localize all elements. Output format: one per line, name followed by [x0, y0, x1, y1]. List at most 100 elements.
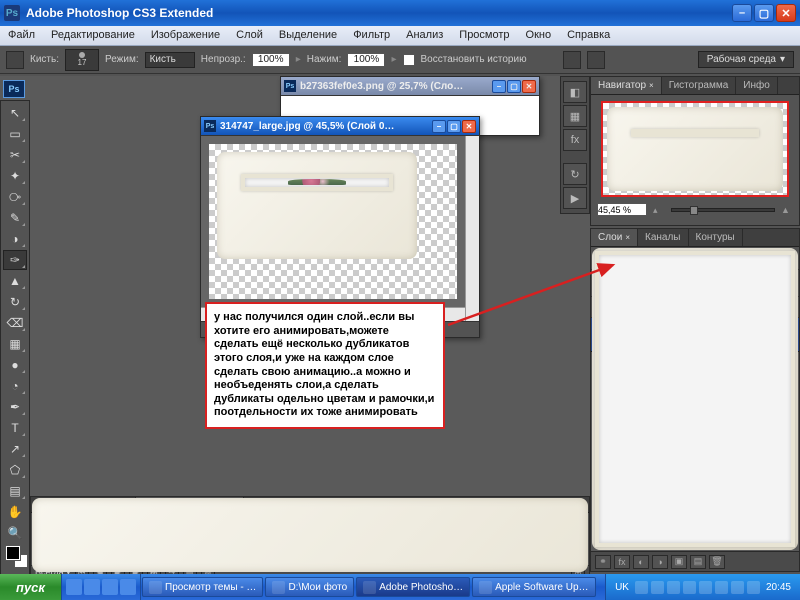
menu-select[interactable]: Выделение	[271, 26, 345, 45]
tool-zoom[interactable]: 🔍	[3, 523, 27, 543]
delete-layer-icon[interactable]: 🗑	[709, 555, 725, 569]
collapsed-styles-icon[interactable]: fx	[563, 129, 587, 151]
tab-histogram[interactable]: Гистограмма	[662, 77, 737, 94]
language-indicator[interactable]: UK	[612, 582, 632, 593]
layer-item-0[interactable]: 👁 Слой 0	[591, 318, 799, 352]
layer-fx-icon[interactable]: fx	[614, 555, 630, 569]
adjustment-layer-icon[interactable]: ◑	[652, 555, 668, 569]
tab-layers[interactable]: Слои×	[591, 229, 638, 246]
layer-group-icon[interactable]: ▣	[671, 555, 687, 569]
new-layer-icon[interactable]: ▤	[690, 555, 706, 569]
flow-input[interactable]	[347, 53, 385, 67]
menu-image[interactable]: Изображение	[143, 26, 228, 45]
doc-minimize-front[interactable]: –	[432, 120, 446, 133]
document-titlebar-front[interactable]: Ps 314747_large.jpg @ 45,5% (Слой 0… – ▢…	[201, 117, 479, 135]
tool-marquee[interactable]: ▭	[3, 124, 27, 144]
ql-icon-2[interactable]	[84, 579, 100, 595]
minimize-button[interactable]: –	[732, 4, 752, 22]
tray-icon-2[interactable]	[651, 581, 664, 594]
tool-lasso[interactable]: ✂	[3, 145, 27, 165]
collapsed-color-icon[interactable]: ◧	[563, 81, 587, 103]
tool-shape[interactable]: ⬠	[3, 460, 27, 480]
tab-info[interactable]: Инфо	[736, 77, 778, 94]
tool-preset-icon[interactable]	[6, 51, 24, 69]
tool-brush[interactable]: ✑	[3, 250, 27, 270]
history-checkbox[interactable]	[403, 54, 415, 66]
tray-icon-5[interactable]	[699, 581, 712, 594]
tool-type[interactable]: T	[3, 418, 27, 438]
extra-icon-1[interactable]	[563, 51, 581, 69]
menu-layer[interactable]: Слой	[228, 26, 271, 45]
animation-frame-1[interactable]: 1 0 сек.▾	[36, 516, 70, 562]
start-button[interactable]: пуск	[0, 574, 62, 600]
workspace-button[interactable]: Рабочая среда ▾	[698, 51, 794, 68]
tray-icon-6[interactable]	[715, 581, 728, 594]
tool-stamp[interactable]: ▲	[3, 271, 27, 291]
document-titlebar-back[interactable]: Ps b27363fef0e3.png @ 25,7% (Сло… – ▢ ✕	[281, 77, 539, 95]
collapsed-actions-icon[interactable]: ▶	[563, 187, 587, 209]
tab-paths[interactable]: Контуры	[689, 229, 743, 246]
task-folder[interactable]: D:\Мои фото	[265, 577, 354, 597]
menu-analysis[interactable]: Анализ	[398, 26, 451, 45]
zoom-in-icon[interactable]: ▲	[781, 205, 793, 215]
task-photoshop[interactable]: Adobe Photosho…	[356, 577, 470, 597]
document-canvas-front[interactable]	[201, 135, 479, 321]
ql-icon-1[interactable]	[66, 579, 82, 595]
tray-icon-1[interactable]	[635, 581, 648, 594]
collapsed-swatches-icon[interactable]: ▦	[563, 105, 587, 127]
menu-window[interactable]: Окно	[518, 26, 560, 45]
tray-icon-4[interactable]	[683, 581, 696, 594]
scrollbar-vertical[interactable]	[465, 136, 479, 321]
link-layers-icon[interactable]: ⚭	[595, 555, 611, 569]
tab-navigator[interactable]: Навигатор×	[591, 77, 662, 94]
extra-icon-2[interactable]	[587, 51, 605, 69]
opacity-input[interactable]	[252, 53, 290, 67]
ql-icon-4[interactable]	[120, 579, 136, 595]
clock[interactable]: 20:45	[763, 582, 794, 593]
doc-close-back[interactable]: ✕	[522, 80, 536, 93]
tray-icon-7[interactable]	[731, 581, 744, 594]
tool-crop[interactable]: ⧂	[3, 187, 27, 207]
tool-dodge[interactable]: ◔	[3, 376, 27, 396]
tool-path[interactable]: ↗	[3, 439, 27, 459]
tool-heal[interactable]: ◑	[3, 229, 27, 249]
foreground-color-swatch[interactable]	[6, 546, 20, 560]
tool-move[interactable]: ↖	[3, 103, 27, 123]
doc-close-front[interactable]: ✕	[462, 120, 476, 133]
navigator-zoom-slider[interactable]	[671, 208, 775, 212]
frame-thumbnail[interactable]	[37, 526, 69, 552]
menu-help[interactable]: Справка	[559, 26, 618, 45]
ql-icon-3[interactable]	[102, 579, 118, 595]
doc-maximize-back[interactable]: ▢	[507, 80, 521, 93]
collapsed-history-icon[interactable]: ↻	[563, 163, 587, 185]
tool-pen[interactable]: ✒	[3, 397, 27, 417]
tool-eyedropper[interactable]: ✎	[3, 208, 27, 228]
task-browser[interactable]: Просмотр темы - …	[142, 577, 263, 597]
zoom-out-icon[interactable]: ▴	[653, 205, 665, 215]
mode-combo[interactable]: Кисть	[145, 52, 195, 68]
layer-thumbnail[interactable]	[614, 322, 644, 348]
tool-blur[interactable]: ●	[3, 355, 27, 375]
menu-view[interactable]: Просмотр	[451, 26, 517, 45]
close-button[interactable]: ✕	[776, 4, 796, 22]
tool-eraser[interactable]: ⌫	[3, 313, 27, 333]
doc-minimize-back[interactable]: –	[492, 80, 506, 93]
tray-icon-3[interactable]	[667, 581, 680, 594]
doc-maximize-front[interactable]: ▢	[447, 120, 461, 133]
maximize-button[interactable]: ▢	[754, 4, 774, 22]
navigator-zoom-input[interactable]	[597, 203, 647, 216]
tool-history-brush[interactable]: ↻	[3, 292, 27, 312]
navigator-thumbnail[interactable]	[601, 101, 789, 197]
tool-wand[interactable]: ✦	[3, 166, 27, 186]
tool-notes[interactable]: ▤	[3, 481, 27, 501]
tool-gradient[interactable]: ▦	[3, 334, 27, 354]
menu-edit[interactable]: Редактирование	[43, 26, 143, 45]
task-apple-update[interactable]: Apple Software Up…	[472, 577, 595, 597]
menu-file[interactable]: Файл	[0, 26, 43, 45]
brush-preset-picker[interactable]: 17	[65, 49, 99, 71]
layer-mask-icon[interactable]: ◐	[633, 555, 649, 569]
tool-hand[interactable]: ✋	[3, 502, 27, 522]
tab-channels[interactable]: Каналы	[638, 229, 689, 246]
tray-icon-8[interactable]	[747, 581, 760, 594]
color-swatches[interactable]	[3, 544, 27, 574]
